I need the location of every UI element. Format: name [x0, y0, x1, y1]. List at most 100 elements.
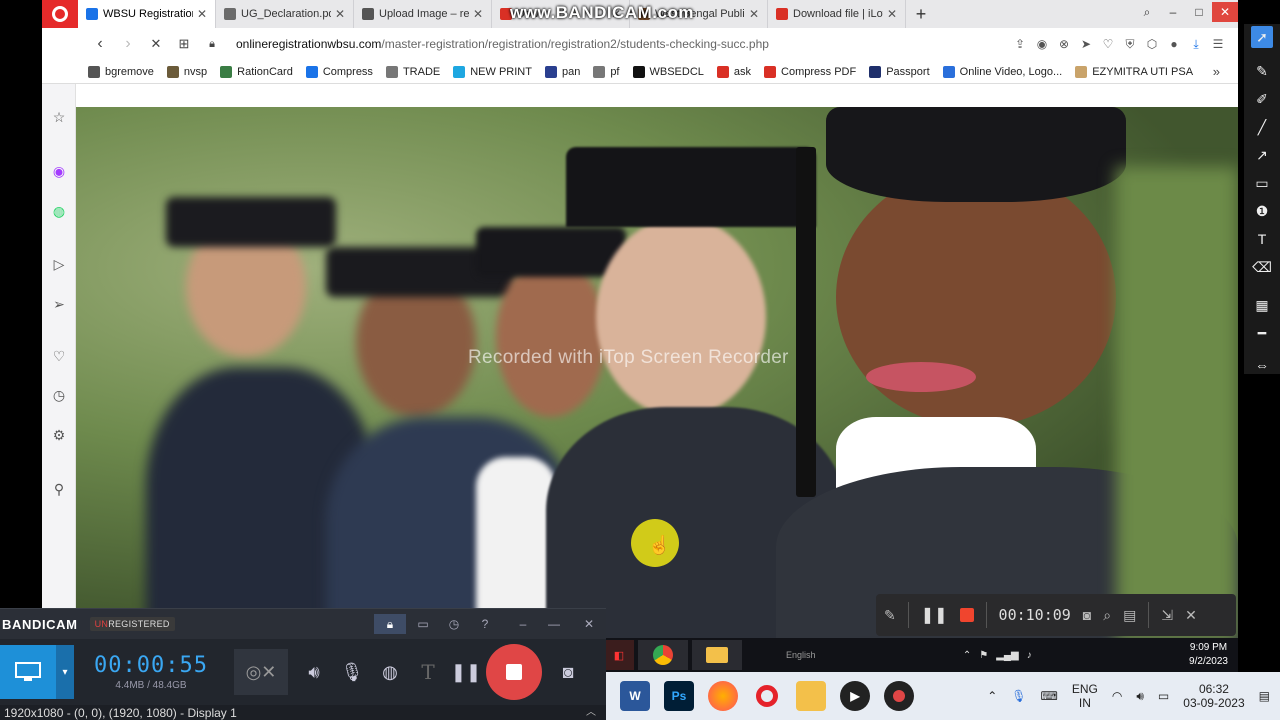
- recorded-clock[interactable]: 9:09 PM 9/2/2023: [1189, 641, 1238, 669]
- close-button[interactable]: ✕: [576, 614, 602, 634]
- wifi-icon[interactable]: ◠: [1112, 689, 1122, 703]
- photoshop-icon[interactable]: Ps: [664, 681, 694, 711]
- transparency-icon[interactable]: ▦: [1251, 294, 1273, 316]
- profile-icon[interactable]: ●: [1166, 36, 1182, 52]
- bookmark-item[interactable]: Passport: [869, 65, 930, 78]
- stop-record-button[interactable]: [486, 644, 542, 700]
- caret-up-icon[interactable]: ⌃: [963, 650, 971, 661]
- block-icon[interactable]: ⊗: [1056, 36, 1072, 52]
- mouse-effect-icon[interactable]: ◍: [378, 657, 402, 687]
- play-icon[interactable]: ▷: [50, 255, 68, 273]
- new-tab-button[interactable]: +: [906, 0, 936, 28]
- download-icon[interactable]: ⤓: [1188, 36, 1204, 52]
- pause-icon[interactable]: ❚❚: [921, 605, 948, 625]
- bookmarks-more-icon[interactable]: »: [1213, 64, 1238, 79]
- bookmark-item[interactable]: pf: [593, 65, 620, 78]
- taskbar-clock[interactable]: 06:32 03-09-2023: [1183, 682, 1244, 710]
- lightbulb-icon[interactable]: ⚲: [50, 480, 68, 498]
- bookmark-item[interactable]: bgremove: [88, 65, 154, 78]
- brush-icon[interactable]: ✎: [884, 607, 896, 624]
- bookmark-item[interactable]: TRADE: [385, 65, 440, 78]
- volume-icon[interactable]: ♪: [1027, 650, 1032, 661]
- share-icon[interactable]: ⇪: [1012, 36, 1028, 52]
- line-width-icon[interactable]: ━: [1251, 322, 1273, 344]
- tab-close-icon[interactable]: ✕: [887, 7, 897, 21]
- line-tool-icon[interactable]: ╱: [1251, 116, 1273, 138]
- text-tool-icon[interactable]: T: [1251, 228, 1273, 250]
- lock-icon[interactable]: 🔒︎: [374, 614, 406, 634]
- stop-loading-button[interactable]: ✕: [142, 30, 170, 58]
- minimize-button[interactable]: –: [1160, 2, 1186, 22]
- mode-dropdown-icon[interactable]: ▾: [56, 645, 74, 699]
- opera-logo-icon[interactable]: [42, 0, 78, 28]
- close-window-button[interactable]: ✕: [1212, 2, 1238, 22]
- screenshot-icon[interactable]: ◙: [1083, 607, 1091, 623]
- microphone-icon[interactable]: 🎙︎: [1011, 689, 1026, 703]
- heart-icon[interactable]: ♡: [1100, 36, 1116, 52]
- webcam-off-icon[interactable]: ◎✕: [234, 649, 288, 695]
- bookmark-item[interactable]: NEW PRINT: [453, 65, 532, 78]
- keyboard-icon[interactable]: ⌨: [1041, 689, 1058, 703]
- browser-tab[interactable]: Upload Image – resi ✕: [354, 0, 492, 28]
- back-button[interactable]: ‹: [86, 30, 114, 58]
- send-icon[interactable]: ➤: [1078, 36, 1094, 52]
- collapse-button[interactable]: –: [510, 614, 536, 634]
- browser-tab[interactable]: WBSU Registration ✕: [78, 0, 216, 28]
- settings-icon[interactable]: ⚙: [50, 426, 68, 444]
- whatsapp-icon[interactable]: ◍: [50, 202, 68, 220]
- unregistered-badge[interactable]: UNREGISTERED: [89, 617, 175, 631]
- marker-tool-icon[interactable]: ✐: [1251, 88, 1273, 110]
- microphone-icon[interactable]: 🎙︎: [340, 657, 364, 687]
- close-icon[interactable]: ✕: [1185, 607, 1197, 624]
- firefox-icon[interactable]: [708, 681, 738, 711]
- bookmark-item[interactable]: ask: [716, 65, 751, 78]
- bookmark-item[interactable]: nvsp: [166, 65, 207, 78]
- chrome-icon[interactable]: [638, 640, 688, 670]
- bookmark-item[interactable]: pan: [544, 65, 580, 78]
- screenshot-icon[interactable]: ◙: [556, 657, 580, 687]
- minimize-icon[interactable]: ⇲: [1161, 607, 1173, 624]
- star-icon[interactable]: ☆: [50, 108, 68, 126]
- zoom-icon[interactable]: ⌕: [1103, 607, 1111, 624]
- chevron-up-icon[interactable]: ︿: [586, 705, 596, 720]
- clock-icon[interactable]: ◷: [50, 386, 68, 404]
- tab-close-icon[interactable]: ✕: [335, 7, 345, 21]
- pause-icon[interactable]: ❚❚: [451, 657, 481, 687]
- tab-close-icon[interactable]: ✕: [473, 7, 483, 21]
- app-icon[interactable]: ◧: [604, 640, 634, 670]
- heart-icon[interactable]: ♡: [50, 347, 68, 365]
- speaker-icon[interactable]: 🔊︎: [302, 657, 326, 687]
- eraser-tool-icon[interactable]: ⌫: [1251, 256, 1273, 278]
- comment-icon[interactable]: ▤: [1123, 607, 1136, 624]
- number-tool-icon[interactable]: ❶: [1251, 200, 1273, 222]
- pointer-tool-icon[interactable]: ➚: [1251, 26, 1273, 48]
- file-explorer-icon[interactable]: [692, 640, 742, 670]
- language-indicator[interactable]: ENG IN: [1072, 682, 1098, 710]
- bookmark-item[interactable]: Compress PDF: [764, 65, 856, 78]
- rectangle-tool-icon[interactable]: ▭: [1251, 172, 1273, 194]
- battery-icon[interactable]: ▭: [1158, 689, 1169, 703]
- signal-icon[interactable]: ▂▄▆: [996, 650, 1018, 661]
- text-overlay-icon[interactable]: T: [416, 657, 440, 687]
- arrow-tool-icon[interactable]: ↗: [1251, 144, 1273, 166]
- tab-close-icon[interactable]: ✕: [749, 7, 759, 21]
- camera-icon[interactable]: ◉: [1034, 36, 1050, 52]
- cube-icon[interactable]: ⬡: [1144, 36, 1160, 52]
- browser-tab[interactable]: Download file | iLov ✕: [768, 0, 906, 28]
- bookmark-item[interactable]: Compress: [305, 65, 373, 78]
- opera-icon[interactable]: [752, 681, 782, 711]
- screen-mode-icon[interactable]: [0, 645, 56, 699]
- media-player-icon[interactable]: ▶: [840, 681, 870, 711]
- vpn-icon[interactable]: ⛨: [1122, 36, 1138, 52]
- menu-icon[interactable]: ☰: [1210, 36, 1226, 52]
- forward-button[interactable]: ›: [114, 30, 142, 58]
- bookmark-item[interactable]: RationCard: [220, 65, 293, 78]
- tab-grid-icon[interactable]: ⊞: [170, 30, 198, 58]
- file-explorer-icon[interactable]: [796, 681, 826, 711]
- bookmark-item[interactable]: WBSEDCL: [632, 65, 704, 78]
- folder-icon[interactable]: ▭: [410, 614, 436, 634]
- notification-icon[interactable]: ▤: [1259, 689, 1270, 703]
- stop-icon[interactable]: [959, 608, 974, 622]
- tab-close-icon[interactable]: ✕: [197, 7, 207, 21]
- expand-toolbar-icon[interactable]: ⇔: [1251, 354, 1273, 376]
